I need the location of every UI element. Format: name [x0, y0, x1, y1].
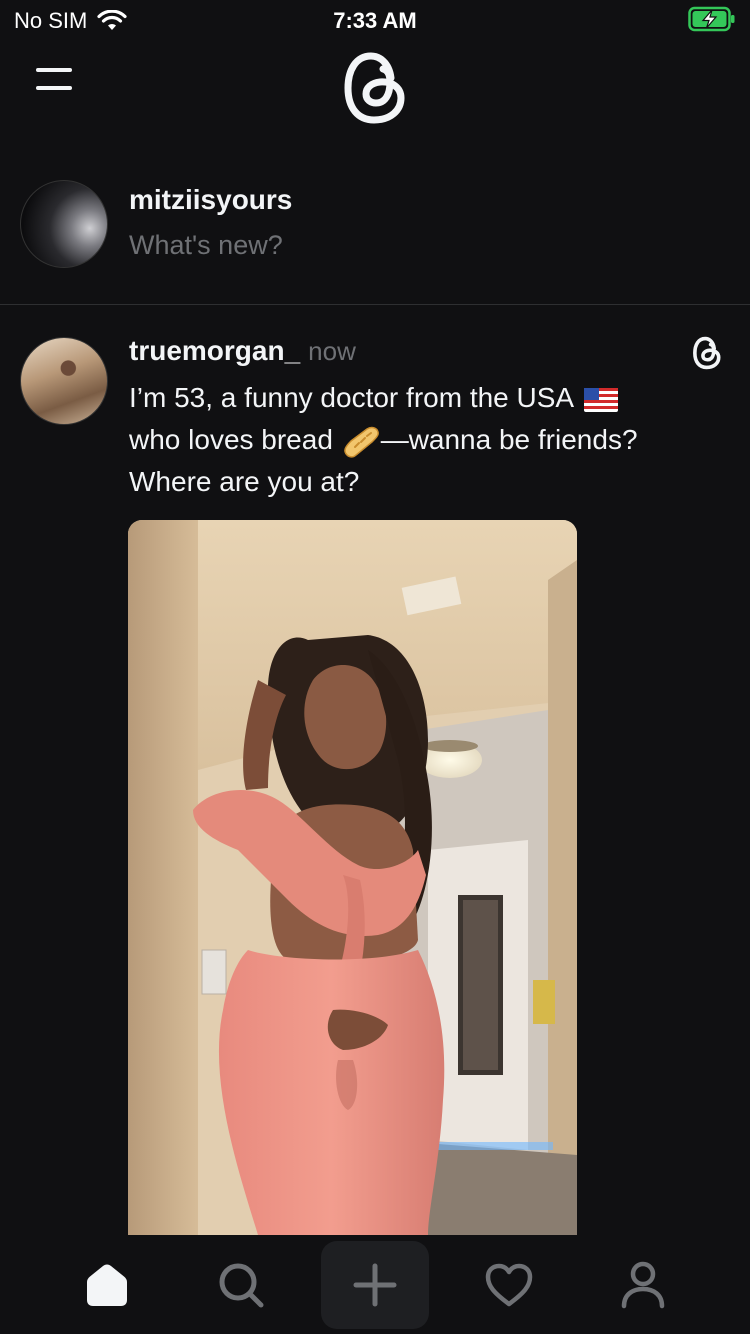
tab-activity[interactable]: [455, 1241, 563, 1329]
post-text-line: I’m 53, a funny doctor from the USA: [129, 377, 729, 419]
bottom-tab-bar: [0, 1235, 750, 1334]
new-thread-composer[interactable]: mitziisyours What's new?: [0, 170, 750, 304]
post-body: I’m 53, a funny doctor from the USA who …: [129, 377, 729, 503]
heart-icon: [485, 1263, 533, 1307]
avatar[interactable]: [20, 180, 108, 268]
threads-logo-icon[interactable]: [339, 48, 411, 128]
home-icon: [87, 1264, 127, 1306]
status-time: 7:33 AM: [333, 8, 417, 33]
composer-username: mitziisyours: [129, 184, 293, 215]
post-header: truemorgan_ now: [129, 335, 356, 367]
tab-home[interactable]: [53, 1241, 161, 1329]
post-avatar[interactable]: [20, 337, 108, 425]
threads-logo-icon[interactable]: [690, 335, 724, 371]
post-text-line: who loves bread —wanna be friends?: [129, 419, 729, 461]
post-photo: [128, 520, 577, 1235]
post-timestamp: now: [308, 336, 356, 366]
status-bar: No SIM 7:33 AM: [0, 0, 750, 40]
search-icon: [219, 1263, 264, 1308]
post-text-line: Where are you at?: [129, 466, 360, 497]
hamburger-menu-icon[interactable]: [36, 68, 76, 102]
tab-create[interactable]: [321, 1241, 429, 1329]
us-flag-emoji: [584, 387, 619, 412]
post-username[interactable]: truemorgan_: [129, 335, 300, 367]
top-nav: [0, 40, 750, 140]
tab-profile[interactable]: [589, 1241, 697, 1329]
plus-icon: [353, 1263, 397, 1307]
baguette-emoji: [343, 426, 379, 458]
status-right: [688, 6, 736, 38]
profile-icon: [621, 1261, 665, 1309]
composer-prompt[interactable]: What's new?: [129, 230, 283, 261]
feed-post: truemorgan_ now I’m 53, a funny doctor f…: [0, 305, 750, 1235]
post-media-image[interactable]: [128, 520, 577, 1235]
battery-charging-icon: [688, 6, 735, 32]
tab-search[interactable]: [187, 1241, 295, 1329]
